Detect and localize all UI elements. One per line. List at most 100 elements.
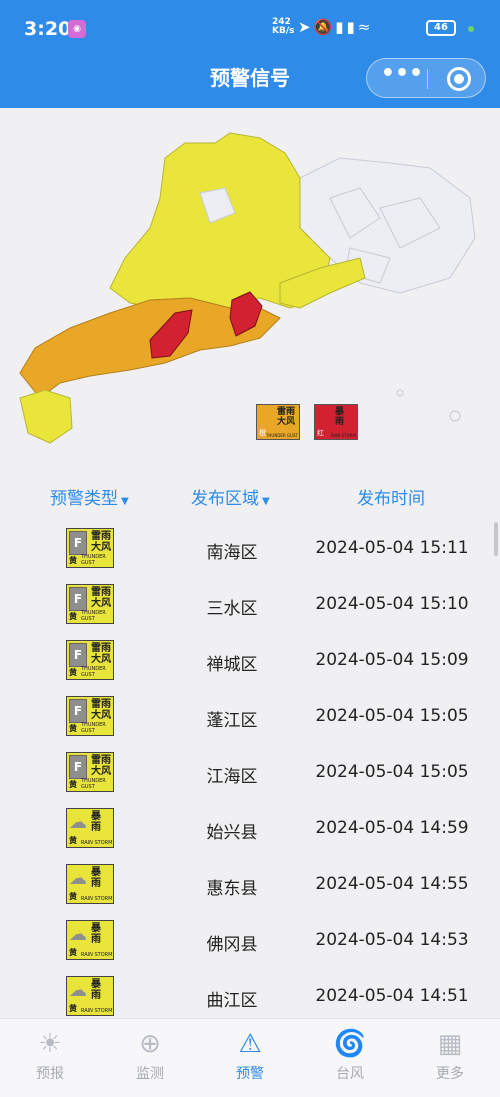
rain-cloud-icon: ☁ [69, 980, 87, 1001]
signal-en: THUNDER GUST [81, 666, 106, 678]
legend-level: 红 [317, 429, 324, 437]
tab-forecast[interactable]: ☀ 预报 [20, 1029, 80, 1083]
sort-warning-type[interactable]: 预警类型 ▼ [50, 484, 129, 509]
signal-en: RAIN STORM [81, 840, 113, 846]
tab-warning[interactable]: ⚠ 预警 [220, 1029, 280, 1083]
warning-region: 江海区 [206, 767, 258, 787]
table-row[interactable]: ☁ 暴 雨黄 RAIN STORM 佛冈县 2024-05-04 14:53 [0, 914, 500, 970]
close-target-icon[interactable] [447, 67, 471, 91]
radar-icon: ⊕ [139, 1029, 161, 1059]
signal-en: RAIN STORM [81, 896, 113, 902]
warning-region: 曲江区 [206, 991, 258, 1011]
warning-signal-badge: F 雷雨 大风黄 THUNDER GUST [66, 528, 114, 568]
header-time: 发布时间 [357, 489, 425, 509]
weather-icon: ☀ [38, 1029, 62, 1059]
warning-signal-badge: ☁ 暴 雨黄 RAIN STORM [66, 920, 114, 960]
warning-signal-badge: ☁ 暴 雨黄 RAIN STORM [66, 976, 114, 1016]
warning-time: 2024-05-04 14:59 [315, 818, 469, 838]
tab-label: 更多 [436, 1066, 464, 1082]
signal-name: 雷雨 大风 [91, 699, 111, 721]
tab-more[interactable]: ▦ 更多 [420, 1029, 480, 1083]
signal-name: 暴 雨 [91, 811, 101, 833]
signal-name: 暴 雨 [91, 867, 101, 889]
legend-name: 暴 雨 [335, 407, 345, 427]
tab-typhoon[interactable]: 🌀 台风 [320, 1029, 380, 1083]
signal-en: THUNDER GUST [81, 610, 106, 622]
network-speed: 242 KB/s [272, 18, 294, 36]
privacy-dot-icon [468, 26, 474, 32]
warning-time: 2024-05-04 15:11 [315, 538, 469, 558]
signal-en: RAIN STORM [81, 1008, 113, 1014]
warning-signal-badge: F 雷雨 大风黄 THUNDER GUST [66, 696, 114, 736]
more-button[interactable]: ••• [379, 63, 425, 91]
table-row[interactable]: ☁ 暴 雨黄 RAIN STORM 始兴县 2024-05-04 14:59 [0, 802, 500, 858]
table-row[interactable]: F 雷雨 大风黄 THUNDER GUST 江海区 2024-05-04 15:05 [0, 746, 500, 802]
warning-region: 始兴县 [206, 823, 258, 843]
warning-signal-badge: ☁ 暴 雨黄 RAIN STORM [66, 808, 114, 848]
scrollbar[interactable] [494, 522, 498, 556]
signal-icon: ▮ [346, 18, 358, 36]
signal-level: 黄 [69, 780, 77, 789]
status-bar: 3:20 ◉ 242 KB/s ➤🔕▮▮≈ 46 [0, 0, 500, 54]
signal-level: 黄 [69, 556, 77, 565]
caret-down-icon: ▼ [121, 496, 129, 507]
thunder-icon: F [69, 587, 87, 611]
signal-name: 暴 雨 [91, 923, 101, 945]
warning-signal-badge: F 雷雨 大风黄 THUNDER GUST [66, 752, 114, 792]
top-bar: 3:20 ◉ 242 KB/s ➤🔕▮▮≈ 46 预警信号 ••• [0, 0, 500, 108]
grid-icon: ▦ [437, 1029, 463, 1059]
warning-region: 南海区 [206, 543, 258, 563]
table-row[interactable]: F 雷雨 大风黄 THUNDER GUST 禅城区 2024-05-04 15:09 [0, 634, 500, 690]
warning-map[interactable] [0, 108, 500, 460]
signal-level: 黄 [69, 1004, 77, 1013]
mute-icon: 🔕 [313, 18, 336, 36]
signal-en: RAIN STORM [81, 952, 113, 958]
warning-region: 佛冈县 [206, 935, 258, 955]
warning-signal-badge: F 雷雨 大风黄 THUNDER GUST [66, 584, 114, 624]
signal-name: 雷雨 大风 [91, 531, 111, 553]
warning-region: 惠东县 [206, 879, 258, 899]
warning-time: 2024-05-04 14:51 [315, 986, 469, 1006]
signal-name: 雷雨 大风 [91, 755, 111, 777]
tab-monitor[interactable]: ⊕ 监测 [120, 1029, 180, 1083]
tab-label: 预报 [36, 1066, 64, 1082]
warning-time: 2024-05-04 15:05 [315, 706, 469, 726]
signal-name: 暴 雨 [91, 979, 101, 1001]
bottom-tab-bar: ☀ 预报 ⊕ 监测 ⚠ 预警 🌀 台风 ▦ 更多 [0, 1018, 500, 1097]
legend-level: 橙 [259, 429, 266, 437]
typhoon-icon: 🌀 [333, 1029, 367, 1059]
table-row[interactable]: F 雷雨 大风黄 THUNDER GUST 南海区 2024-05-04 15:11 [0, 522, 500, 578]
status-icons: ➤🔕▮▮≈ [298, 18, 373, 36]
region-yellow-west [19, 389, 73, 444]
warning-icon: ⚠ [238, 1029, 262, 1059]
table-row[interactable]: F 雷雨 大风黄 THUNDER GUST 三水区 2024-05-04 15:10 [0, 578, 500, 634]
table-header: 预警类型 ▼ 发布区域 ▼ 发布时间 [0, 474, 500, 514]
header-area-label: 发布区域 [191, 489, 259, 509]
table-row[interactable]: F 雷雨 大风黄 THUNDER GUST 蓬江区 2024-05-04 15:05 [0, 690, 500, 746]
signal-level: 黄 [69, 892, 77, 901]
island [449, 410, 461, 422]
legend-name: 雷雨 大风 [277, 407, 296, 427]
warning-signal-badge: F 雷雨 大风黄 THUNDER GUST [66, 640, 114, 680]
rain-cloud-icon: ☁ [69, 812, 87, 833]
signal-icon: ▮ [335, 18, 347, 36]
rain-cloud-icon: ☁ [69, 868, 87, 889]
header-type-label: 预警类型 [50, 489, 118, 509]
legend-rain-storm: 暴 雨 红 RAIN STORM [314, 404, 358, 440]
caret-down-icon: ▼ [262, 496, 270, 507]
sort-area[interactable]: 发布区域 ▼ [191, 484, 270, 509]
network-speed-unit: KB/s [272, 26, 295, 36]
thunder-icon: F [69, 755, 87, 779]
table-row[interactable]: ☁ 暴 雨黄 RAIN STORM 惠东县 2024-05-04 14:55 [0, 858, 500, 914]
guangdong-map-svg [19, 132, 476, 444]
signal-name: 雷雨 大风 [91, 643, 111, 665]
signal-level: 黄 [69, 612, 77, 621]
warning-time: 2024-05-04 14:53 [315, 930, 469, 950]
signal-level: 黄 [69, 668, 77, 677]
signal-en: THUNDER GUST [81, 722, 106, 734]
warning-time: 2024-05-04 15:05 [315, 762, 469, 782]
signal-en: THUNDER GUST [81, 778, 106, 790]
signal-level: 黄 [69, 724, 77, 733]
signal-level: 黄 [69, 948, 77, 957]
tab-label: 监测 [136, 1066, 164, 1082]
